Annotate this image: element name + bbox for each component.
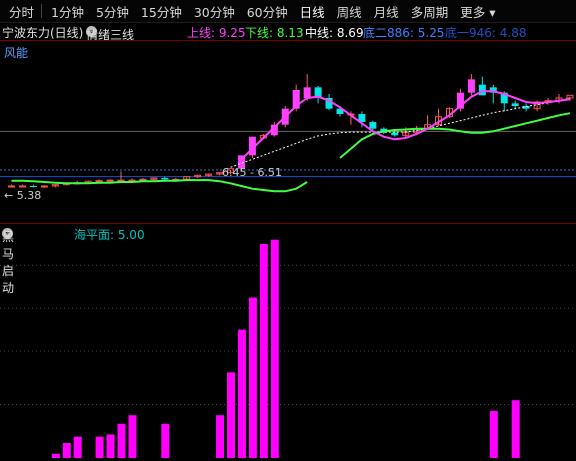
candle — [511, 103, 519, 106]
candle — [95, 180, 103, 183]
candle — [369, 122, 377, 129]
low-price-annotation: ← 5.38 — [4, 189, 41, 202]
candle — [18, 185, 26, 188]
candle — [117, 179, 125, 182]
candle — [40, 185, 48, 188]
signal-bar — [227, 372, 235, 458]
mid-marker-annotation: 6.45 - 6.51 — [222, 166, 282, 179]
signal-bar — [95, 436, 104, 458]
signal-bar — [237, 329, 246, 458]
candle — [106, 179, 114, 182]
signal-bar — [106, 434, 115, 458]
signal-bar — [259, 244, 268, 458]
sea-level-label: 海平面: 5.00 — [74, 228, 145, 242]
sub-indicator-name: 黑马启动 — [2, 230, 15, 295]
candle — [478, 84, 486, 96]
candle — [391, 132, 399, 136]
signal-bar — [248, 297, 257, 458]
xia-line — [11, 112, 571, 193]
sub-infobar: ▾ 黑马启动 海平面: 5.00 — [0, 224, 576, 295]
signal-bar — [62, 443, 71, 458]
candle — [467, 79, 475, 93]
zhong-line — [230, 97, 571, 168]
signal-bar — [161, 423, 170, 458]
signal-bar — [51, 453, 60, 458]
signal-bar — [216, 415, 225, 458]
signal-bar — [73, 436, 82, 458]
signal-bar — [511, 400, 520, 458]
candle — [161, 178, 169, 180]
candle — [139, 178, 147, 181]
signal-bar — [117, 423, 126, 458]
signal-bar — [489, 410, 498, 458]
candle — [303, 87, 311, 98]
candle — [8, 185, 15, 188]
signal-bar — [128, 415, 137, 458]
candle — [29, 186, 37, 187]
signal-bar — [270, 239, 279, 458]
